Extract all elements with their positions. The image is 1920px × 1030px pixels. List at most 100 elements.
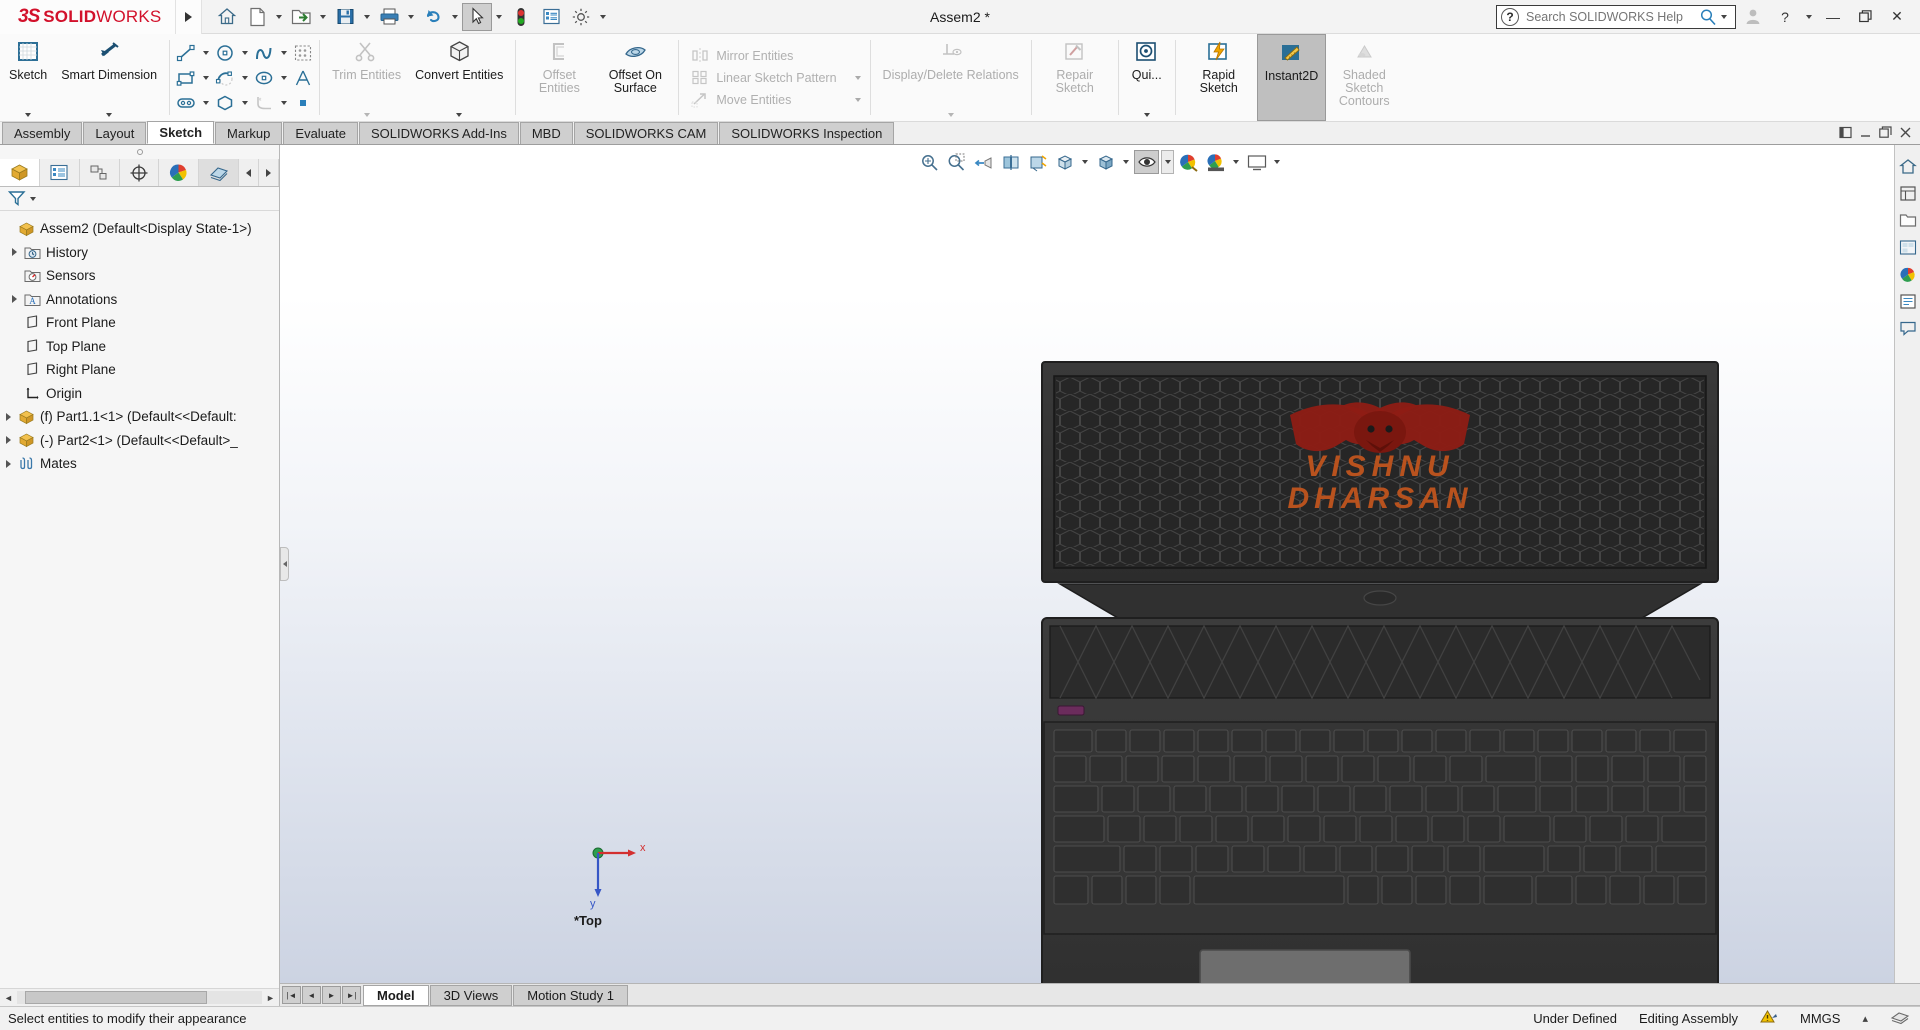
select-dropdown[interactable]: [492, 3, 506, 31]
trim-entities-dropdown[interactable]: [363, 113, 370, 121]
apply-scene-dropdown[interactable]: [1230, 150, 1242, 174]
maximize-doc-icon[interactable]: [1879, 126, 1892, 142]
appearances-scenes-icon[interactable]: [1897, 263, 1919, 285]
instant2d-button[interactable]: Instant2D: [1256, 34, 1327, 121]
tab-solidworks-cam[interactable]: SOLIDWORKS CAM: [573, 122, 719, 144]
help-search-box[interactable]: ?: [1496, 3, 1736, 31]
search-input[interactable]: [1519, 9, 1699, 24]
display-delete-relations-button[interactable]: Display/Delete Relations: [876, 34, 1026, 121]
tab-solidworks-addins[interactable]: SOLIDWORKS Add-Ins: [359, 122, 519, 144]
tab-assembly[interactable]: Assembly: [2, 122, 83, 144]
view-settings-icon[interactable]: [1244, 150, 1269, 174]
point-icon[interactable]: [290, 91, 316, 115]
sketch-button[interactable]: Sketch: [2, 34, 54, 121]
tree-item-sensors[interactable]: Sensors: [0, 264, 279, 288]
rebuild-warning-icon[interactable]: [1760, 1009, 1778, 1029]
tree-item-top-plane[interactable]: Top Plane: [0, 335, 279, 359]
configuration-manager-tab[interactable]: [80, 159, 120, 186]
custom-properties-icon[interactable]: [1897, 290, 1919, 312]
rectangle-icon[interactable]: [173, 66, 199, 90]
solidworks-resources-icon[interactable]: [1897, 155, 1919, 177]
new-document-dropdown[interactable]: [272, 3, 286, 31]
save-dropdown[interactable]: [360, 3, 374, 31]
scroll-thumb[interactable]: [25, 991, 207, 1004]
help-button[interactable]: ?: [1770, 4, 1800, 30]
pane-pin-row[interactable]: [0, 145, 279, 159]
laptop-assembly-model[interactable]: VISHNU DHARSAN: [1040, 360, 1720, 983]
rebuild-icon[interactable]: [506, 3, 536, 31]
file-explorer-icon[interactable]: [1897, 209, 1919, 231]
tab-mbd[interactable]: MBD: [519, 122, 573, 144]
minimize-button[interactable]: —: [1818, 4, 1848, 30]
edit-appearance-icon[interactable]: [1176, 150, 1201, 174]
expand-arrow-history[interactable]: [6, 248, 22, 257]
slot-dropdown[interactable]: [199, 91, 212, 115]
move-entities-dropdown[interactable]: [837, 97, 861, 102]
linear-sketch-pattern-button[interactable]: Linear Sketch Pattern: [684, 67, 864, 89]
rapid-sketch-button[interactable]: Rapid Sketch: [1181, 34, 1257, 121]
status-units[interactable]: MMGS: [1800, 1011, 1840, 1026]
repair-sketch-button[interactable]: Repair Sketch: [1037, 34, 1113, 121]
previous-view-icon[interactable]: [971, 150, 996, 174]
filter-icon[interactable]: [8, 190, 27, 207]
smart-dimension-dropdown[interactable]: [106, 113, 113, 121]
scroll-left-arrow[interactable]: ◄: [0, 990, 17, 1006]
open-document-dropdown[interactable]: [316, 3, 330, 31]
display-delete-relations-dropdown[interactable]: [947, 113, 954, 121]
last-tab-button[interactable]: ►|: [342, 986, 361, 1004]
minimize-doc-icon[interactable]: [1859, 126, 1872, 142]
manager-tabs-next[interactable]: [259, 159, 280, 186]
text-icon[interactable]: [290, 66, 316, 90]
fillet-icon[interactable]: [251, 91, 277, 115]
tree-item-part2[interactable]: (-) Part2<1> (Default<<Default>_: [0, 429, 279, 453]
convert-entities-dropdown[interactable]: [456, 113, 463, 121]
scroll-track[interactable]: [17, 991, 262, 1004]
tab-evaluate[interactable]: Evaluate: [283, 122, 358, 144]
view-palette-icon[interactable]: [1897, 236, 1919, 258]
fillet-dropdown[interactable]: [277, 91, 290, 115]
trim-entities-button[interactable]: Trim Entities: [325, 34, 408, 121]
tab-layout[interactable]: Layout: [83, 122, 147, 144]
expand-arrow-mates[interactable]: [0, 459, 16, 468]
scroll-right-arrow[interactable]: ►: [262, 990, 279, 1006]
hide-show-items-icon[interactable]: [1134, 150, 1159, 174]
solidworks-forum-icon[interactable]: [1897, 317, 1919, 339]
section-view-icon[interactable]: [998, 150, 1023, 174]
tree-filter-row[interactable]: [0, 187, 279, 211]
hide-show-items-dropdown[interactable]: [1161, 150, 1174, 174]
smart-dimension-button[interactable]: Smart Dimension: [54, 34, 164, 121]
shaded-sketch-contours-button[interactable]: Shaded Sketch Contours: [1326, 34, 1402, 121]
tree-item-right-plane[interactable]: Right Plane: [0, 358, 279, 382]
new-document-icon[interactable]: [242, 3, 272, 31]
search-dropdown[interactable]: [1717, 3, 1731, 31]
solidworks-logo[interactable]: 3S SOLIDWORKS: [0, 0, 177, 34]
restore-button[interactable]: [1850, 4, 1880, 30]
tree-item-history[interactable]: History: [0, 241, 279, 265]
pane-collapse-handle[interactable]: [280, 547, 289, 581]
circle-icon[interactable]: [212, 41, 238, 65]
next-tab-button[interactable]: ►: [322, 986, 341, 1004]
bottom-tab-3d-views[interactable]: 3D Views: [429, 984, 513, 1006]
close-doc-icon[interactable]: [1899, 126, 1912, 142]
open-folder-icon[interactable]: [286, 3, 316, 31]
tree-item-part1[interactable]: (f) Part1.1<1> (Default<<Default:: [0, 405, 279, 429]
move-entities-button[interactable]: Move Entities: [684, 89, 864, 111]
tab-markup[interactable]: Markup: [215, 122, 283, 144]
units-caret-icon[interactable]: ▴: [1862, 1012, 1868, 1025]
tree-root-assem2[interactable]: Assem2 (Default<Display State-1>): [0, 217, 279, 241]
options-dropdown[interactable]: [596, 3, 610, 31]
sketch-dropdown[interactable]: [25, 113, 32, 121]
gear-icon[interactable]: [566, 3, 596, 31]
display-style-icon[interactable]: [1093, 150, 1118, 174]
offset-on-surface-button[interactable]: Offset On Surface: [597, 34, 673, 121]
manager-tabs-prev[interactable]: [239, 159, 260, 186]
tree-horizontal-scrollbar[interactable]: ◄ ►: [0, 988, 279, 1006]
expand-arrow-annotations[interactable]: [6, 295, 22, 304]
search-icon[interactable]: [1699, 8, 1717, 26]
line-dropdown[interactable]: [199, 41, 212, 65]
zoom-to-area-icon[interactable]: [944, 150, 969, 174]
apply-scene-icon[interactable]: [1203, 150, 1228, 174]
property-manager-tab[interactable]: [40, 159, 80, 186]
mirror-entities-button[interactable]: Mirror Entities: [684, 45, 864, 67]
polygon-icon[interactable]: [212, 91, 238, 115]
